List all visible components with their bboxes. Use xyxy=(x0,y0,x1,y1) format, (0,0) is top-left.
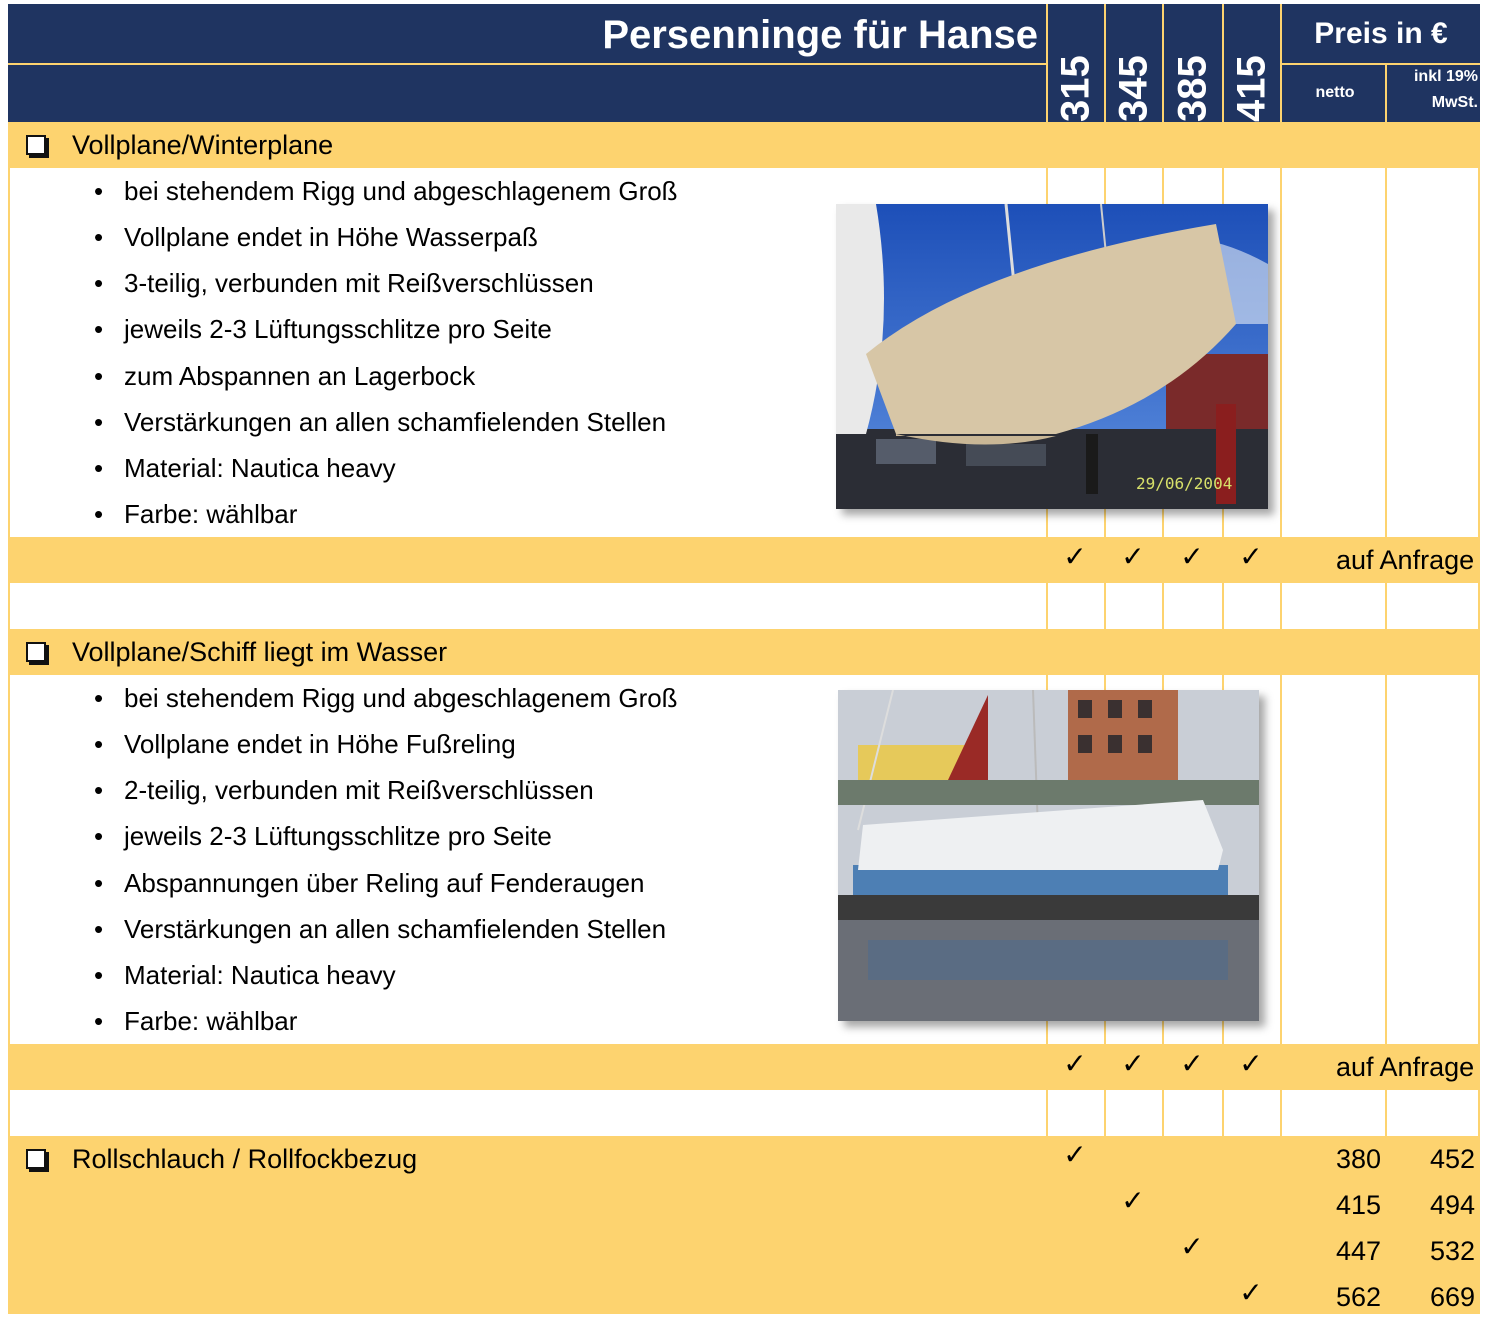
bullet-item: bei stehendem Rigg und abgeschlagenem Gr… xyxy=(94,176,678,207)
bullet-item: Verstärkungen an allen schamfielenden St… xyxy=(94,407,666,438)
header-divider xyxy=(8,63,1046,65)
section-2-checkbox-icon[interactable] xyxy=(26,642,46,662)
section-2-check-385: ✓ xyxy=(1180,1048,1204,1079)
section-1-check-415: ✓ xyxy=(1239,541,1263,572)
section-2-price: auf Anfrage xyxy=(1336,1052,1475,1082)
bullet-item: Vollplane endet in Höhe Fußreling xyxy=(94,729,516,760)
harbour-cover-photo xyxy=(838,690,1259,1021)
section-1-check-345: ✓ xyxy=(1121,541,1145,572)
rollschlauch-brutto-415: 669 xyxy=(1430,1282,1476,1312)
svg-text:29/06/2004: 29/06/2004 xyxy=(1136,474,1232,493)
section-2-check-345: ✓ xyxy=(1121,1048,1145,1079)
page-title: Persenninge für Hanse xyxy=(602,13,1038,57)
section-1-check-315: ✓ xyxy=(1063,541,1087,572)
column-line xyxy=(1478,122,1480,1314)
brutto-label-line2: MwSt. xyxy=(1431,94,1478,111)
rollschlauch-netto-315: 380 xyxy=(1336,1144,1382,1174)
brutto-label-line1: inkl 19% xyxy=(1413,68,1478,85)
price-header-divider xyxy=(1282,63,1480,65)
bullet-item: Material: Nautica heavy xyxy=(94,960,396,991)
bullet-item: Material: Nautica heavy xyxy=(94,453,396,484)
section-2-title: Vollplane/Schiff liegt im Wasser xyxy=(72,637,448,667)
column-line xyxy=(1046,4,1048,1314)
column-line xyxy=(1162,4,1164,1314)
bullet-item: Vollplane endet in Höhe Wasserpaß xyxy=(94,222,538,253)
column-line xyxy=(8,122,10,1314)
bullet-item: Farbe: wählbar xyxy=(94,499,297,530)
rollschlauch-brutto-345: 494 xyxy=(1430,1190,1476,1220)
section-1-price: auf Anfrage xyxy=(1336,545,1475,575)
rollschlauch-brutto-315: 452 xyxy=(1430,1144,1476,1174)
rollschlauch-check-385: ✓ xyxy=(1180,1231,1204,1262)
bullet-item: Abspannungen über Reling auf Fenderaugen xyxy=(94,868,644,899)
column-line xyxy=(1280,4,1282,1314)
section-2-check-415: ✓ xyxy=(1239,1048,1263,1079)
model-315-header: 315 xyxy=(1053,55,1098,122)
model-345-header: 345 xyxy=(1111,55,1156,122)
section-3-title: Rollschlauch / Rollfockbezug xyxy=(72,1144,418,1174)
model-385-header: 385 xyxy=(1170,55,1215,122)
column-line xyxy=(1104,4,1106,1314)
bullet-item: Verstärkungen an allen schamfielenden St… xyxy=(94,914,666,945)
section-2-check-315: ✓ xyxy=(1063,1048,1087,1079)
section-1-title: Vollplane/Winterplane xyxy=(72,130,334,160)
model-415-header: 415 xyxy=(1229,55,1274,122)
column-line xyxy=(1222,4,1224,1314)
section-1-check-385: ✓ xyxy=(1180,541,1204,572)
bullet-item: 3-teilig, verbunden mit Reißverschlüssen xyxy=(94,268,594,299)
bullet-item: zum Abspannen an Lagerbock xyxy=(94,361,475,392)
price-header: Preis in € xyxy=(1314,17,1448,50)
bullet-item: bei stehendem Rigg und abgeschlagenem Gr… xyxy=(94,683,678,714)
bullet-item: jeweils 2-3 Lüftungsschlitze pro Seite xyxy=(94,821,552,852)
rollschlauch-netto-415: 562 xyxy=(1336,1282,1382,1312)
bullet-item: 2-teilig, verbunden mit Reißverschlüssen xyxy=(94,775,594,806)
section-3-checkbox-icon[interactable] xyxy=(26,1149,46,1169)
rollschlauch-netto-385: 447 xyxy=(1336,1236,1382,1266)
rollschlauch-brutto-385: 532 xyxy=(1430,1236,1476,1266)
rollschlauch-check-345: ✓ xyxy=(1121,1185,1145,1216)
netto-label: netto xyxy=(1315,84,1355,101)
rollschlauch-netto-345: 415 xyxy=(1336,1190,1382,1220)
bullet-item: Farbe: wählbar xyxy=(94,1006,297,1037)
column-line xyxy=(1385,63,1387,1314)
section-1-checkbox-icon[interactable] xyxy=(26,135,46,155)
winter-cover-photo: 29/06/2004 xyxy=(836,204,1268,509)
rollschlauch-check-415: ✓ xyxy=(1239,1277,1263,1308)
bullet-item: jeweils 2-3 Lüftungsschlitze pro Seite xyxy=(94,314,552,345)
rollschlauch-check-315: ✓ xyxy=(1063,1139,1087,1170)
